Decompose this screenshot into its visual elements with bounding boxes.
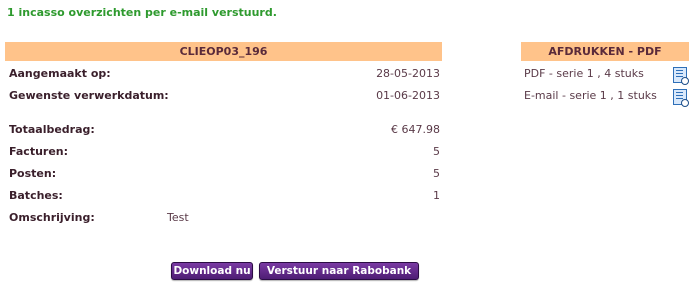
- created-row: Aangemaakt op: 28-05-2013: [5, 63, 442, 85]
- created-value: 28-05-2013: [376, 67, 440, 80]
- send-to-rabobank-button[interactable]: Verstuur naar Rabobank: [259, 262, 419, 280]
- invoices-row: Facturen: 5: [5, 141, 442, 163]
- status-message: 1 incasso overzichten per e-mail verstuu…: [7, 6, 277, 19]
- batch-panel: CLIEOP03_196 Aangemaakt op: 28-05-2013 G…: [5, 42, 442, 229]
- processing-date-row: Gewenste verwerkdatum: 01-06-2013: [5, 85, 442, 107]
- processing-date-label: Gewenste verwerkdatum:: [9, 89, 169, 102]
- batches-label: Batches:: [9, 189, 63, 202]
- pdf-document-icon[interactable]: [673, 67, 689, 85]
- created-label: Aangemaakt op:: [9, 67, 111, 80]
- batches-value: 1: [433, 189, 440, 202]
- print-item-email-label[interactable]: E-mail - serie 1 , 1 stuks: [524, 85, 657, 107]
- print-panel: AFDRUKKEN - PDF PDF - serie 1 , 4 stuks …: [521, 42, 689, 107]
- pdf-document-icon[interactable]: [673, 89, 689, 107]
- print-title: AFDRUKKEN - PDF: [521, 42, 689, 61]
- description-label: Omschrijving:: [9, 211, 95, 224]
- entries-label: Posten:: [9, 167, 57, 180]
- entries-value: 5: [433, 167, 440, 180]
- print-item-pdf-label[interactable]: PDF - serie 1 , 4 stuks: [524, 63, 644, 85]
- total-amount-row: Totaalbedrag: € 647.98: [5, 119, 442, 141]
- total-amount-value: € 647.98: [391, 123, 440, 136]
- description-row: Omschrijving: Test: [5, 207, 442, 229]
- processing-date-value: 01-06-2013: [376, 89, 440, 102]
- batch-title: CLIEOP03_196: [5, 42, 442, 61]
- download-button[interactable]: Download nu: [171, 262, 253, 280]
- invoices-label: Facturen:: [9, 145, 69, 158]
- action-buttons: Download nu Verstuur naar Rabobank: [171, 262, 419, 280]
- total-amount-label: Totaalbedrag:: [9, 123, 95, 136]
- batches-row: Batches: 1: [5, 185, 442, 207]
- print-item-pdf[interactable]: PDF - serie 1 , 4 stuks: [521, 63, 689, 85]
- entries-row: Posten: 5: [5, 163, 442, 185]
- invoices-value: 5: [433, 145, 440, 158]
- print-item-email[interactable]: E-mail - serie 1 , 1 stuks: [521, 85, 689, 107]
- description-value: Test: [167, 211, 189, 224]
